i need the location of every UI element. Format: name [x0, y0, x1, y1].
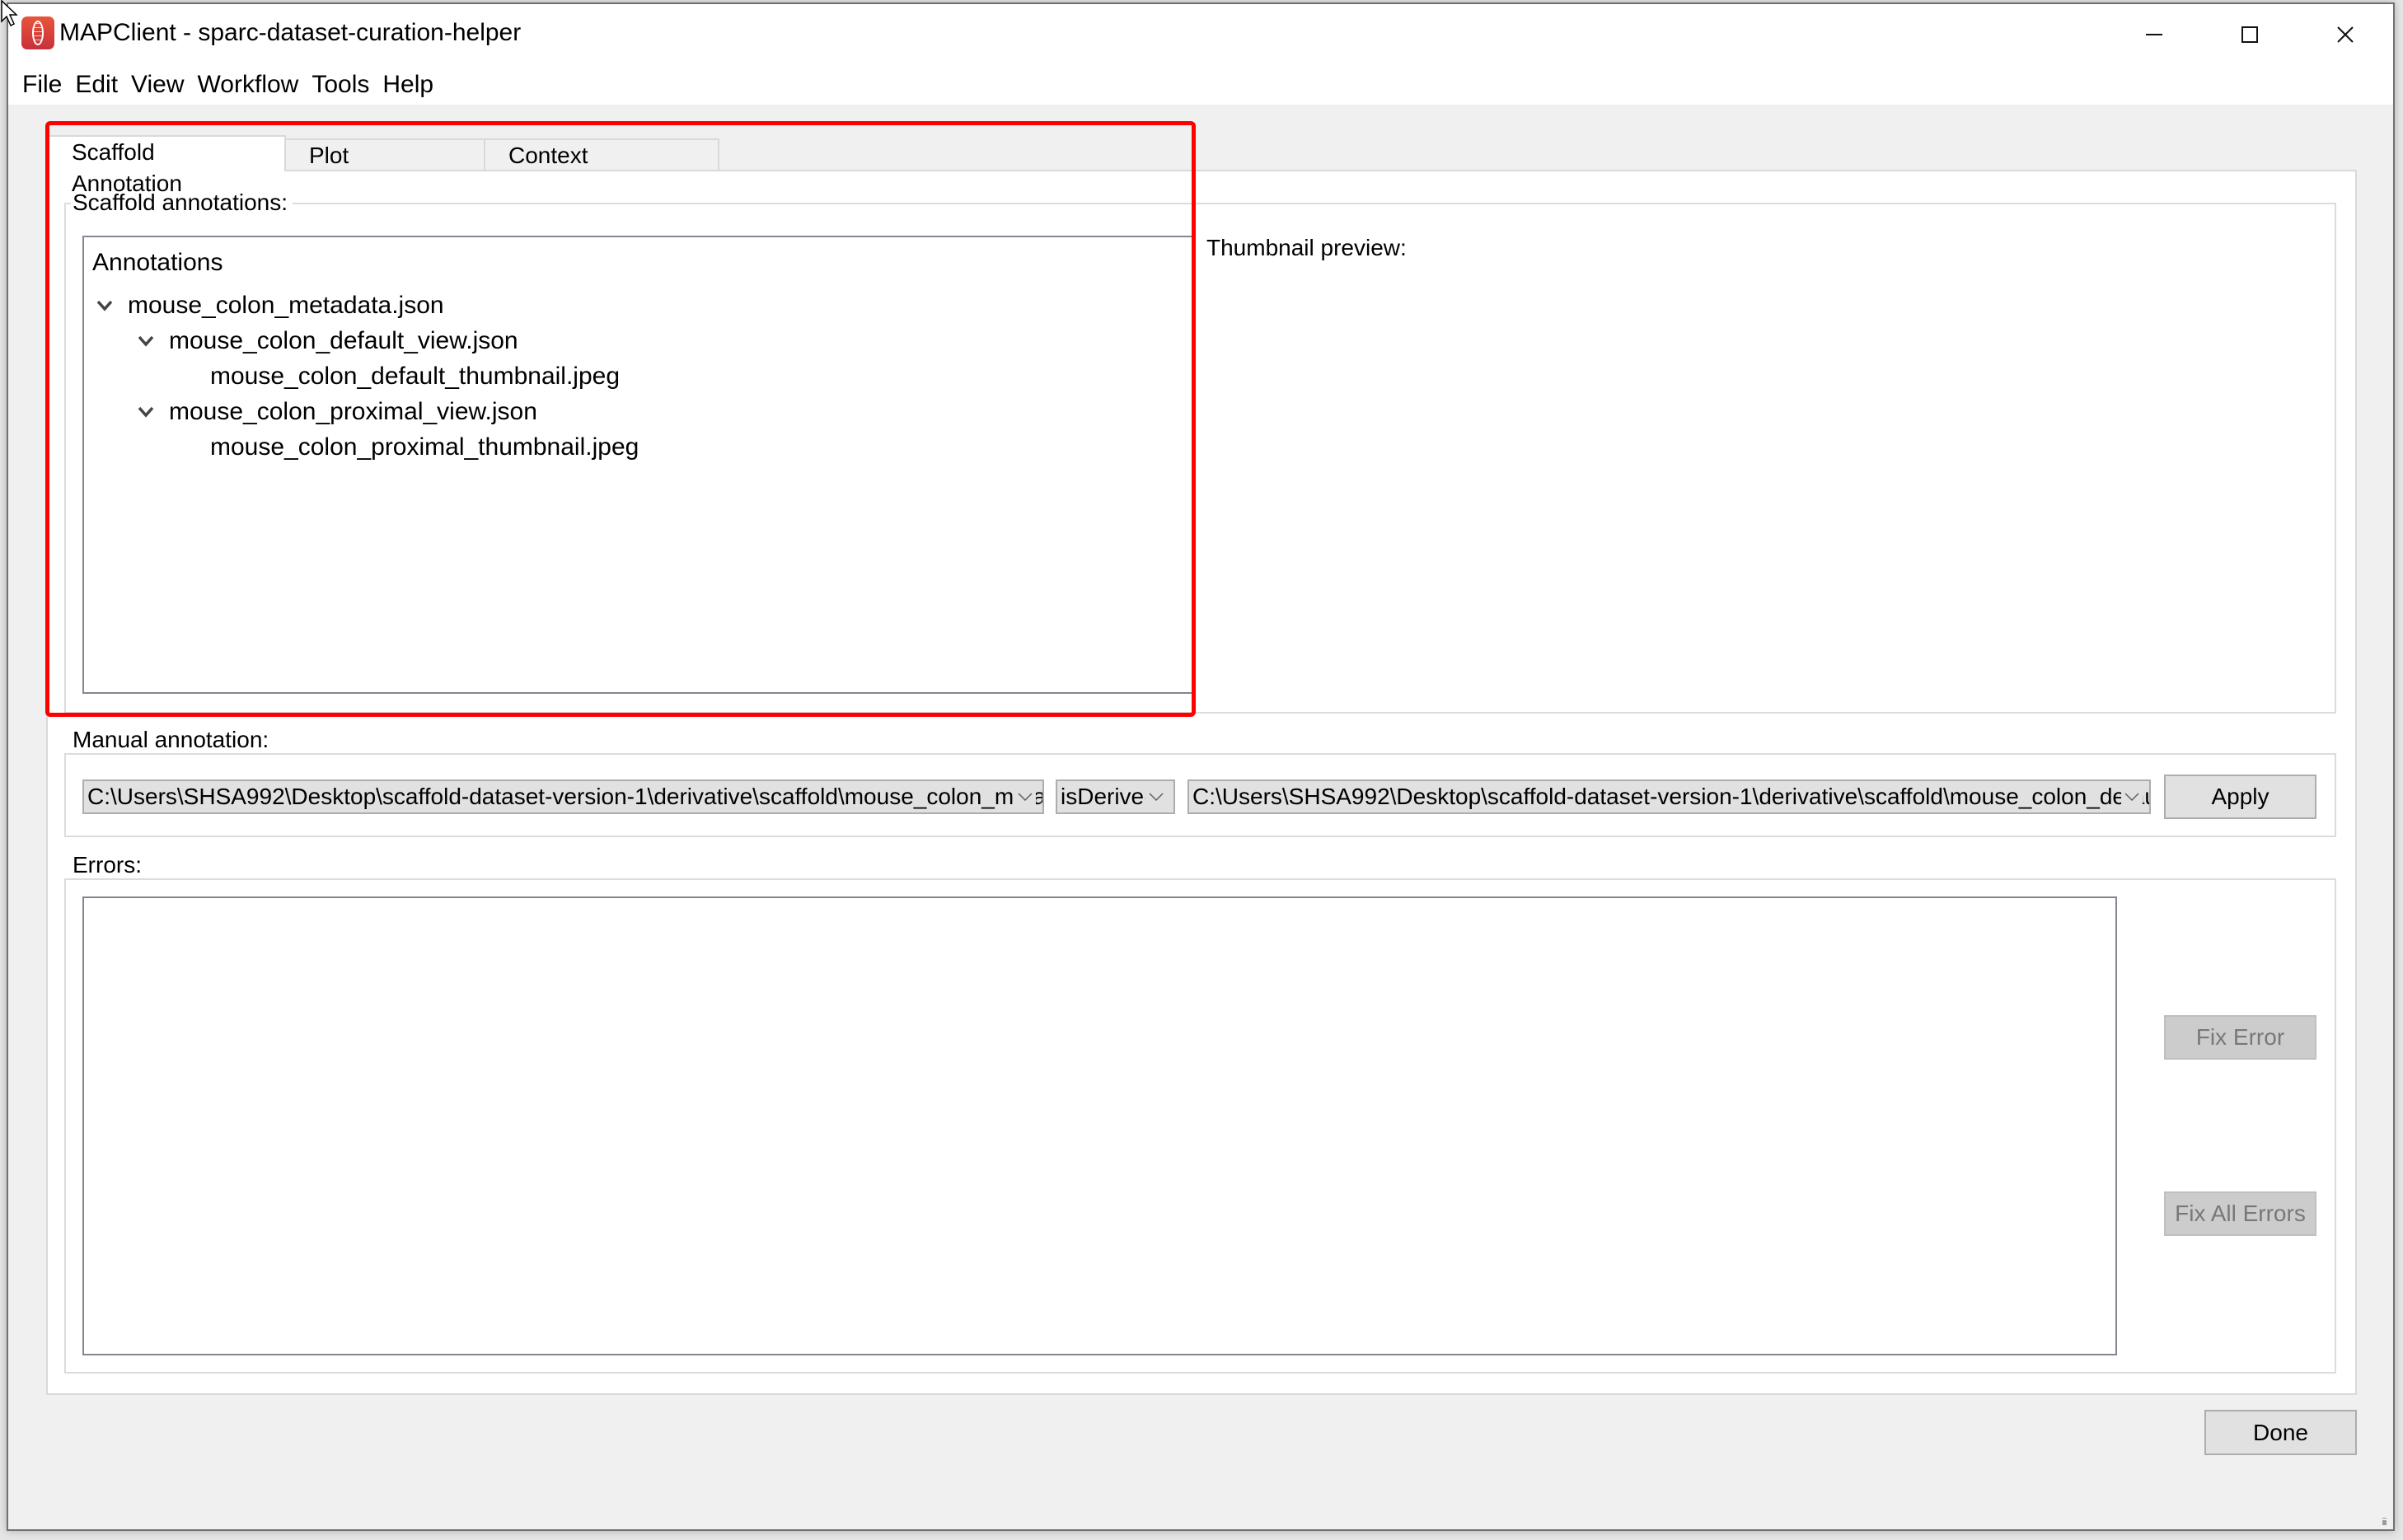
tree-item[interactable]: mouse_colon_default_thumbnail.jpeg	[210, 361, 620, 392]
menu-view[interactable]: View	[124, 68, 190, 101]
close-button[interactable]	[2298, 4, 2393, 65]
menu-file[interactable]: File	[16, 68, 68, 101]
subject-combobox[interactable]: C:\Users\SHSA992\Desktop\scaffold-datase…	[82, 779, 1044, 814]
apply-button[interactable]: Apply	[2164, 775, 2316, 819]
chevron-down-icon[interactable]	[137, 325, 155, 357]
predicate-combobox[interactable]: isDerive(	[1056, 779, 1175, 814]
mapclient-app-icon	[21, 16, 54, 49]
chevron-down-icon	[1014, 781, 1036, 812]
tree-item[interactable]: mouse_colon_metadata.json	[128, 290, 444, 321]
close-icon	[2337, 26, 2354, 43]
tree-header: Annotations	[92, 249, 223, 276]
chevron-down-icon[interactable]	[137, 396, 155, 428]
fix-error-button[interactable]: Fix Error	[2164, 1015, 2316, 1060]
object-value: C:\Users\SHSA992\Desktop\scaffold-datase…	[1192, 784, 2151, 809]
size-grip-icon[interactable]	[2382, 1518, 2388, 1526]
minimize-icon	[2146, 34, 2162, 35]
menu-workflow[interactable]: Workflow	[191, 68, 306, 101]
subject-value: C:\Users\SHSA992\Desktop\scaffold-datase…	[87, 784, 1044, 809]
tab-context-annotation[interactable]: Context Annotation	[484, 138, 719, 199]
predicate-value: isDerive(	[1061, 784, 1152, 809]
fix-all-errors-button[interactable]: Fix All Errors	[2164, 1191, 2316, 1236]
chevron-down-icon	[1145, 781, 1167, 812]
tree-item[interactable]: mouse_colon_proximal_view.json	[169, 396, 537, 428]
errors-text-area[interactable]	[82, 896, 2117, 1355]
menu-bar: File Edit View Workflow Tools Help	[8, 65, 2393, 105]
thumbnail-preview-area	[1206, 272, 2319, 700]
tree-item[interactable]: mouse_colon_proximal_thumbnail.jpeg	[210, 432, 639, 463]
title-bar[interactable]: MAPClient - sparc-dataset-curation-helpe…	[8, 4, 2393, 65]
object-combobox[interactable]: C:\Users\SHSA992\Desktop\scaffold-datase…	[1187, 779, 2151, 814]
done-button[interactable]: Done	[2204, 1410, 2357, 1455]
maximize-icon	[2241, 26, 2258, 43]
chevron-down-icon[interactable]	[96, 290, 114, 321]
menu-tools[interactable]: Tools	[305, 68, 376, 101]
thumbnail-preview-label: Thumbnail preview:	[1206, 235, 1407, 260]
errors-label: Errors:	[71, 852, 147, 878]
window-title: MAPClient - sparc-dataset-curation-helpe…	[59, 19, 522, 46]
minimize-button[interactable]	[2106, 4, 2202, 65]
menu-edit[interactable]: Edit	[68, 68, 124, 101]
manual-annotation-label: Manual annotation:	[71, 727, 274, 753]
mouse-cursor-icon	[1, 0, 18, 27]
menu-help[interactable]: Help	[376, 68, 440, 101]
tree-item[interactable]: mouse_colon_default_view.json	[169, 325, 518, 357]
chevron-down-icon	[2121, 781, 2143, 812]
tab-plot-annotation[interactable]: Plot Annotation	[284, 138, 485, 199]
maximize-button[interactable]	[2202, 4, 2298, 65]
tab-scaffold-annotation[interactable]: Scaffold Annotation	[47, 135, 286, 196]
